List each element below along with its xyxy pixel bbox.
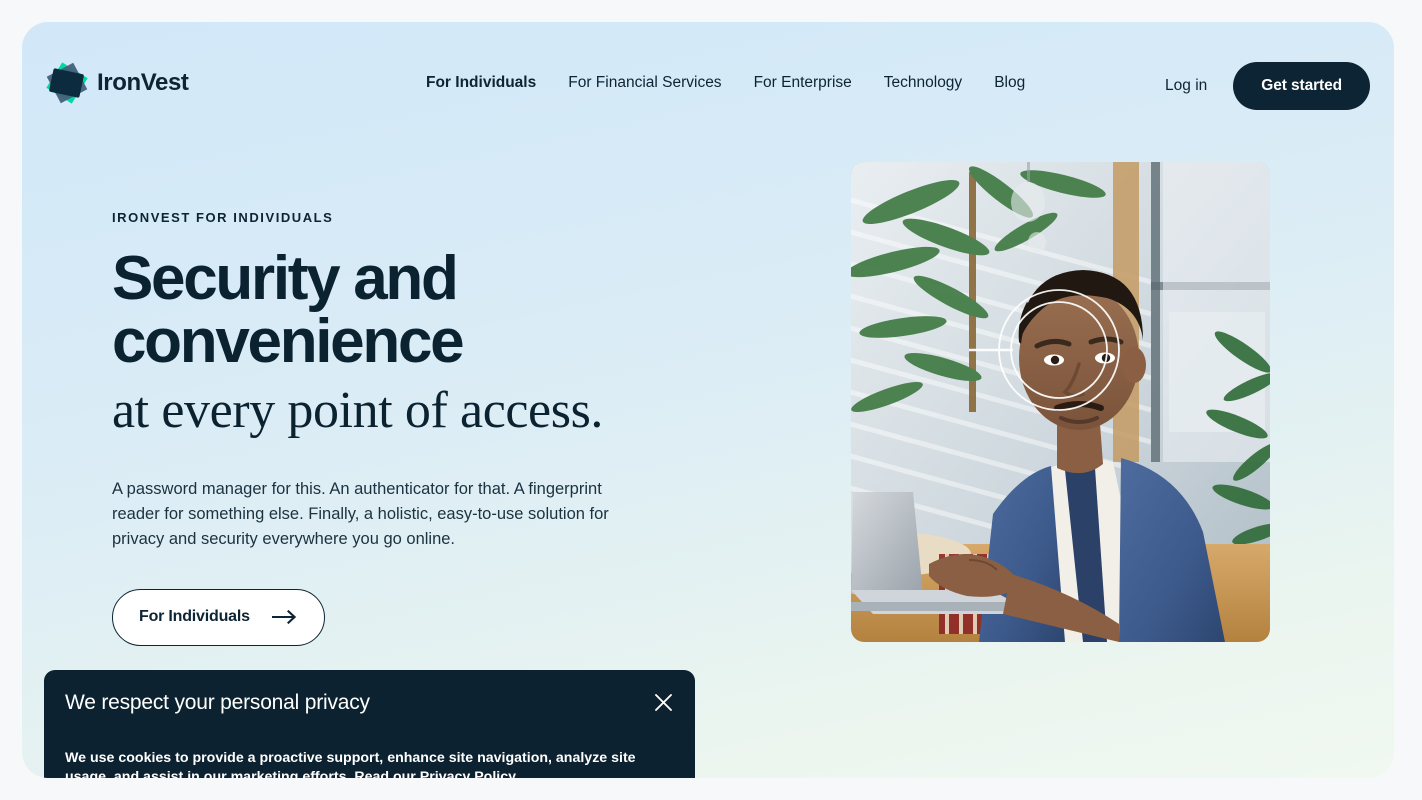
close-icon[interactable] (650, 689, 676, 715)
nav-item-technology[interactable]: Technology (884, 74, 962, 92)
hero-title-line-1: Security and (112, 244, 459, 313)
brand-logo[interactable]: IronVest (46, 62, 189, 104)
hero-copy: IRONVEST FOR INDIVIDUALS Security and co… (112, 210, 712, 646)
hero-section: IRONVEST FOR INDIVIDUALS Security and co… (22, 106, 1394, 666)
arrow-right-icon (271, 610, 298, 625)
cookie-banner-title: We respect your personal privacy (65, 691, 370, 714)
for-individuals-cta-label: For Individuals (139, 608, 250, 626)
ironvest-diamond-logo-icon (46, 62, 88, 104)
main-nav: For Individuals For Financial Services F… (426, 74, 1025, 92)
cookie-banner-text: We use cookies to provide a proactive su… (65, 749, 660, 778)
hero-image (851, 162, 1270, 642)
nav-item-for-enterprise[interactable]: For Enterprise (754, 74, 852, 92)
hero-description: A password manager for this. An authenti… (112, 479, 609, 548)
nav-item-for-individuals[interactable]: For Individuals (426, 74, 536, 92)
hero-title-line-2: convenience (112, 307, 465, 377)
nav-item-blog[interactable]: Blog (994, 74, 1025, 92)
for-individuals-cta-button[interactable]: For Individuals (112, 588, 325, 646)
cookie-consent-banner: We respect your personal privacy We use … (44, 670, 695, 778)
login-link[interactable]: Log in (1161, 71, 1211, 101)
brand-name: IronVest (97, 69, 189, 96)
site-header: IronVest For Individuals For Financial S… (22, 22, 1394, 110)
get-started-button[interactable]: Get started (1233, 62, 1370, 110)
header-actions: Log in Get started (1161, 62, 1370, 110)
privacy-policy-link[interactable]: Privacy Policy (420, 769, 516, 778)
hero-eyebrow: IRONVEST FOR INDIVIDUALS (112, 210, 334, 225)
hero-title-line-3: at every point of access. (112, 382, 604, 440)
page-title: Security and convenience at every point … (112, 247, 712, 441)
nav-item-for-financial-services[interactable]: For Financial Services (568, 74, 721, 92)
cookie-banner-body: We use cookies to provide a proactive su… (65, 750, 636, 778)
page-shell: IronVest For Individuals For Financial S… (22, 22, 1394, 778)
